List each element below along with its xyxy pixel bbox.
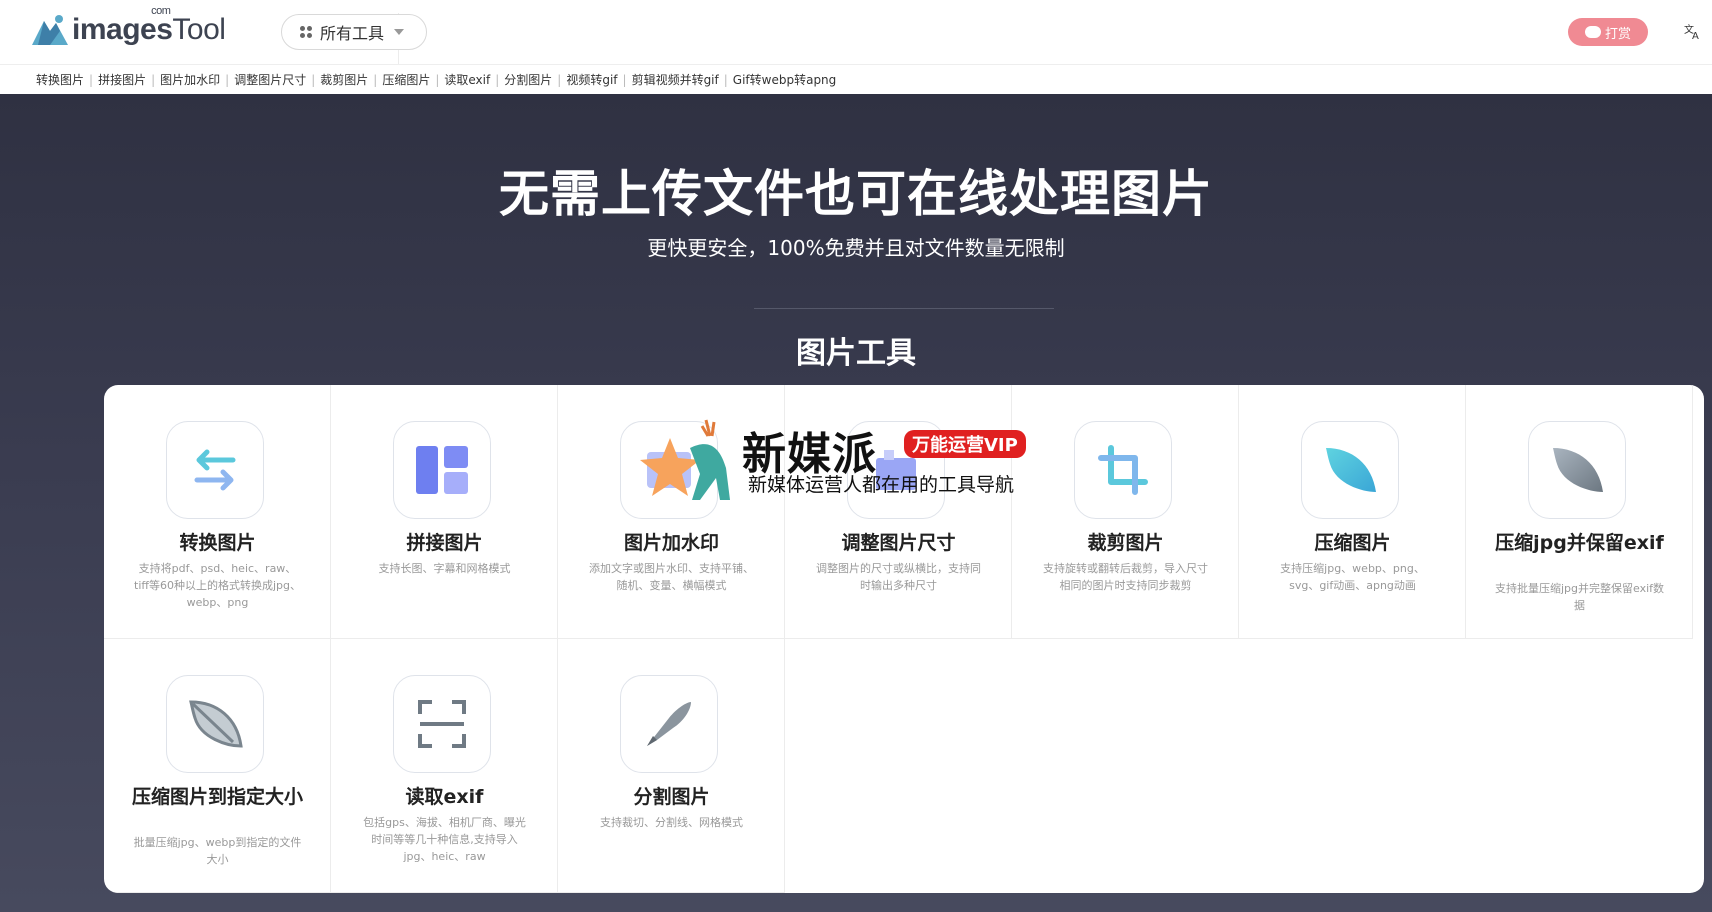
tool-name: 分割图片 [633, 786, 710, 808]
tools-subnav: 转换图片 | 拼接图片 | 图片加水印 | 调整图片尺寸 | 裁剪图片 | 压缩图片 | 读… [0, 64, 1712, 94]
xinmeipai-watermark: 新媒派 万能运营VIP 新媒体运营人都在用的工具导航 [640, 418, 1040, 508]
subnav-separator: | [89, 72, 94, 87]
subnav-clip-video-gif[interactable]: 剪辑视频并转gif [632, 71, 719, 88]
tool-desc: 支持批量压缩jpg并完整保留exif数据 [1494, 582, 1665, 612]
grid-dots-icon [300, 26, 312, 38]
tip-button[interactable]: 打赏 [1568, 18, 1648, 46]
subnav-gif-webp-apng[interactable]: Gif转webp转apng [733, 71, 836, 88]
tool-desc: 支持裁切、分割线、网格模式 [600, 816, 743, 829]
convert-arrows-icon [194, 449, 236, 491]
deer-star-logo-icon [640, 419, 730, 500]
tool-name: 读取exif [405, 786, 484, 808]
logo-mountain-icon [30, 13, 70, 47]
tool-compress-to-size[interactable]: 压缩图片到指定大小 批量压缩jpg、webp到指定的文件大小 [104, 639, 331, 893]
logo-wordmark: images Tool com [72, 5, 400, 267]
tool-name: 压缩图片到指定大小 [131, 786, 303, 808]
tool-name: 裁剪图片 [1087, 532, 1164, 554]
tool-desc: 包括gps、海拔、相机厂商、曝光时间等等几十种信息,支持导入jpg、heic、r… [363, 816, 526, 863]
subnav-separator: | [495, 72, 500, 87]
leaf-outline-icon [189, 700, 243, 748]
svg-text:A: A [1692, 31, 1699, 40]
tip-button-label: 打赏 [1604, 26, 1631, 42]
tool-desc: 批量压缩jpg、webp到指定的文件大小 [133, 836, 302, 866]
chevron-down-icon [394, 29, 405, 35]
tool-collage[interactable]: 拼接图片 支持长图、字幕和网格模式 [331, 385, 558, 639]
scan-icon [418, 700, 466, 748]
tool-desc: 支持旋转或翻转后裁剪，导入尺寸相同的图片时支持同步裁剪 [1043, 562, 1208, 592]
tool-desc: 添加文字或图片水印、支持平铺、随机、变量、横幅模式 [589, 562, 754, 592]
subnav-separator: | [557, 72, 562, 87]
subnav-compress[interactable]: 压缩图片 [382, 71, 430, 88]
subnav-separator: | [622, 72, 627, 87]
site-logo[interactable]: images Tool com [30, 5, 400, 267]
watermark-badge: 万能运营VIP [904, 430, 1026, 458]
subnav-separator: | [373, 72, 378, 87]
tool-split[interactable]: 分割图片 支持裁切、分割线、网格模式 [558, 639, 785, 893]
subnav-resize[interactable]: 调整图片尺寸 [234, 71, 306, 88]
subnav-separator: | [723, 72, 728, 87]
tool-icon-box [1074, 421, 1172, 519]
tool-crop[interactable]: 裁剪图片 支持旋转或翻转后裁剪，导入尺寸相同的图片时支持同步裁剪 [1012, 385, 1239, 639]
tool-icon-box [1301, 421, 1399, 519]
tool-read-exif[interactable]: 读取exif 包括gps、海拔、相机厂商、曝光时间等等几十种信息,支持导入jpg… [331, 639, 558, 893]
subnav-separator: | [435, 72, 440, 87]
translate-icon[interactable]: 文 A [1684, 22, 1702, 44]
tool-icon-box [393, 675, 491, 773]
collage-icon [416, 446, 468, 494]
tool-desc: 支持长图、字幕和网格模式 [378, 562, 511, 575]
tool-name: 拼接图片 [406, 532, 483, 554]
tool-desc: 支持将pdf、psd、heic、raw、tiff等60种以上的格式转换成jpg、… [134, 562, 301, 609]
watermark-subtitle: 新媒体运营人都在用的工具导航 [748, 474, 1015, 496]
tool-icon-box [166, 675, 264, 773]
tool-name: 压缩jpg并保留exif [1495, 532, 1664, 554]
subnav-watermark[interactable]: 图片加水印 [160, 71, 220, 88]
subnav-separator: | [311, 72, 316, 87]
tool-icon-box [166, 421, 264, 519]
subnav-convert[interactable]: 转换图片 [36, 71, 84, 88]
crop-icon [1098, 445, 1148, 495]
tool-icon-box [393, 421, 491, 519]
logo-com-text: com [151, 5, 171, 17]
knife-icon [647, 702, 691, 746]
tool-icon-box [620, 675, 718, 773]
tool-convert[interactable]: 转换图片 支持将pdf、psd、heic、raw、tiff等60种以上的格式转换… [104, 385, 331, 639]
tool-icon-box [1528, 421, 1626, 519]
tool-name: 压缩图片 [1314, 532, 1391, 554]
top-header: images Tool com 所有工具 打赏 文 A [0, 0, 1712, 267]
leaf-gray-icon [1553, 448, 1603, 492]
wechat-icon [1584, 26, 1601, 38]
subnav-separator: | [151, 72, 156, 87]
hero-divider [754, 308, 1054, 309]
tool-name: 图片加水印 [623, 532, 719, 554]
subnav-exif[interactable]: 读取exif [444, 71, 490, 88]
subnav-split[interactable]: 分割图片 [504, 71, 552, 88]
tool-desc: 调整图片的尺寸或纵横比，支持同时输出多种尺寸 [816, 562, 981, 592]
leaf-icon [1326, 448, 1376, 492]
section-title: 图片工具 [796, 336, 916, 371]
hero-subtitle: 更快更安全，100%免费并且对文件数量无限制 [647, 236, 1065, 260]
subnav-collage[interactable]: 拼接图片 [98, 71, 146, 88]
subnav-crop[interactable]: 裁剪图片 [320, 71, 368, 88]
hero-title: 无需上传文件也可在线处理图片 [499, 165, 1213, 223]
tool-compress[interactable]: 压缩图片 支持压缩jpg、webp、png、svg、gif动画、apng动画 [1239, 385, 1466, 639]
all-tools-dropdown[interactable]: 所有工具 [281, 14, 427, 50]
tool-compress-jpg-exif[interactable]: 压缩jpg并保留exif 支持批量压缩jpg并完整保留exif数据 [1466, 385, 1693, 639]
subnav-video-gif[interactable]: 视频转gif [566, 71, 617, 88]
logo-images-text: images [72, 13, 173, 46]
tool-name: 转换图片 [179, 532, 256, 554]
all-tools-label: 所有工具 [320, 24, 385, 43]
tool-desc: 支持压缩jpg、webp、png、svg、gif动画、apng动画 [1280, 562, 1425, 592]
subnav-separator: | [225, 72, 230, 87]
tool-name: 调整图片尺寸 [841, 532, 956, 554]
